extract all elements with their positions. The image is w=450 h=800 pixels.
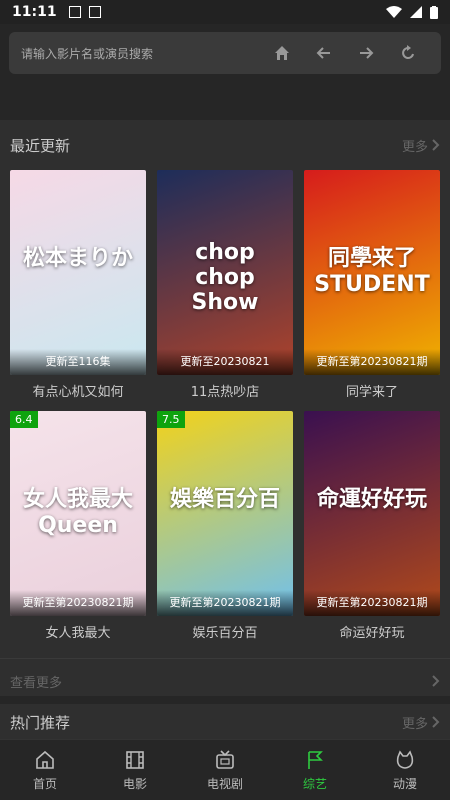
status-bar: 11:11 <box>0 0 450 24</box>
media-card[interactable]: chop chop Show 更新至20230821 11点热吵店 <box>157 170 293 411</box>
media-card[interactable]: 娛樂百分百 7.5 更新至第20230821期 娱乐百分百 <box>157 411 293 652</box>
update-caption: 更新至第20230821期 <box>304 349 440 375</box>
media-title[interactable]: 女人我最大 <box>10 616 146 652</box>
poster-logo-text: 同學来了 STUDENT <box>314 246 430 297</box>
wifi-icon <box>386 6 402 18</box>
signal-icon <box>410 6 422 18</box>
update-caption: 更新至第20230821期 <box>157 590 293 616</box>
film-icon <box>126 750 144 769</box>
media-title[interactable]: 同学来了 <box>304 375 440 411</box>
poster-logo-text: chop chop Show <box>191 240 259 315</box>
section-title: 热门推荐 <box>10 713 71 732</box>
poster-image[interactable]: 娛樂百分百 7.5 更新至第20230821期 <box>157 411 293 616</box>
refresh-icon[interactable] <box>387 32 429 74</box>
media-title[interactable]: 命运好好玩 <box>304 616 440 652</box>
flag-icon <box>308 750 323 769</box>
poster-image[interactable]: 松本まりか更新至116集 <box>10 170 146 375</box>
poster-image[interactable]: 同學来了 STUDENT 更新至第20230821期 <box>304 170 440 375</box>
poster-logo-text: 娛樂百分百 <box>169 487 280 512</box>
tab-tv[interactable]: 电视剧 <box>180 740 270 800</box>
tab-home[interactable]: 首页 <box>0 740 90 800</box>
recent-updates-section: 最近更新 更多 松本まりか 更新至116集 有点心机又如何 chop chop Sho… <box>0 120 450 703</box>
score-badge: 7.5 <box>157 411 185 428</box>
update-caption: 更新至第20230821期 <box>304 590 440 616</box>
more-label: 更多 <box>401 139 428 155</box>
bottom-tab-bar: 首页 电影 电视剧 综艺 动漫 <box>0 739 450 800</box>
tab-anime[interactable]: 动漫 <box>360 740 450 800</box>
home-icon <box>36 750 54 769</box>
score-badge: 6.4 <box>10 411 38 428</box>
media-card[interactable]: 同學来了 STUDENT 更新至第20230821期 同学来了 <box>304 170 440 411</box>
status-right-icons <box>386 5 438 19</box>
chevron-right-icon <box>432 139 440 151</box>
hot-recommend-header: 热门推荐 更多 <box>0 696 450 740</box>
tab-label: 电视剧 <box>206 776 243 791</box>
media-title[interactable]: 娱乐百分百 <box>157 616 293 652</box>
forward-arrow-icon[interactable] <box>345 32 387 74</box>
search-input[interactable]: 请输入影片名或演员搜索 <box>21 45 261 62</box>
back-arrow-icon[interactable] <box>303 32 345 74</box>
media-card[interactable]: 松本まりか更新至116集 有点心机又如何 <box>10 170 146 411</box>
battery-icon <box>430 5 438 19</box>
app-notification-icon <box>88 6 101 18</box>
anime-icon <box>396 749 414 769</box>
tv-icon <box>216 749 234 769</box>
poster-image[interactable]: chop chop Show 更新至20230821 <box>157 170 293 375</box>
tab-label: 动漫 <box>392 776 417 791</box>
chevron-right-icon <box>432 716 440 728</box>
poster-logo-text: 女人我最大 Queen <box>22 487 133 538</box>
tab-label: 综艺 <box>302 776 327 791</box>
poster-image[interactable]: 命運好好玩更新至第20230821期 <box>304 411 440 616</box>
chevron-right-icon <box>432 675 440 687</box>
tab-label: 首页 <box>32 776 57 791</box>
media-title[interactable]: 有点心机又如何 <box>10 375 146 411</box>
media-card[interactable]: 女人我最大 Queen 6.4 更新至第20230821期 女人我最大 <box>10 411 146 652</box>
more-link[interactable]: 更多 <box>402 136 440 155</box>
update-caption: 更新至20230821 <box>157 349 293 375</box>
update-caption: 更新至116集 <box>10 349 146 375</box>
poster-logo-text: 松本まりか <box>22 246 133 271</box>
tab-label: 电影 <box>122 776 147 791</box>
spacer <box>0 100 450 120</box>
search-bar[interactable]: 请输入影片名或演员搜索 <box>9 32 441 74</box>
image-notification-icon <box>68 6 81 18</box>
media-grid: 松本まりか更新至116集 有点心机又如何 chop chop Show 更新至2023… <box>0 170 450 652</box>
poster-image[interactable]: 女人我最大 Queen 6.4 更新至第20230821期 <box>10 411 146 616</box>
tab-variety[interactable]: 综艺 <box>270 740 360 800</box>
home-icon[interactable] <box>261 32 303 74</box>
tab-movies[interactable]: 电影 <box>90 740 180 800</box>
status-time: 11:11 <box>12 4 57 20</box>
more-link[interactable]: 更多 <box>402 713 440 732</box>
media-title[interactable]: 11点热吵店 <box>157 375 293 411</box>
more-label: 更多 <box>401 716 428 732</box>
section-title: 最近更新 <box>10 136 71 155</box>
update-caption: 更新至第20230821期 <box>10 590 146 616</box>
poster-logo-text: 命運好好玩 <box>316 487 427 512</box>
media-card[interactable]: 命運好好玩更新至第20230821期 命运好好玩 <box>304 411 440 652</box>
section-header: 最近更新 更多 <box>0 120 450 170</box>
top-toolbar: 请输入影片名或演员搜索 <box>0 24 450 100</box>
see-more-label: 查看更多 <box>10 675 63 691</box>
